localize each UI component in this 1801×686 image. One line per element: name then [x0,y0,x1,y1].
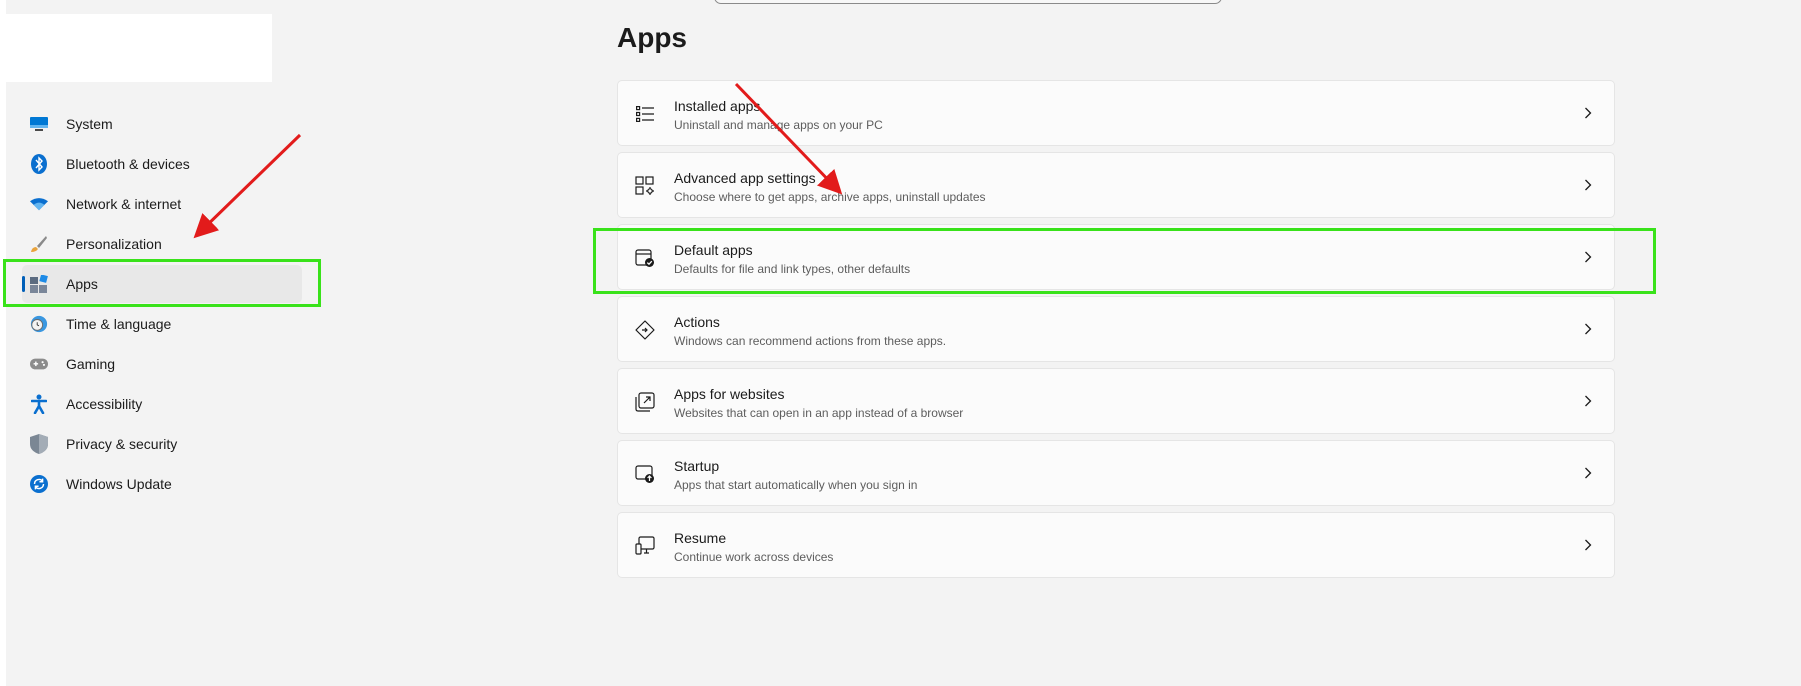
bluetooth-icon [30,154,48,174]
sidebar-item-label: System [66,116,113,132]
resume-icon [634,535,656,557]
sidebar-item-apps[interactable]: Apps [22,265,302,303]
sidebar-item-label: Privacy & security [66,436,178,452]
actions-icon [634,319,656,341]
card-startup[interactable]: Startup Apps that start automatically wh… [617,440,1615,506]
sidebar-item-label: Windows Update [66,476,172,492]
card-default-apps[interactable]: Default apps Defaults for file and link … [617,224,1615,290]
sidebar-item-privacy[interactable]: Privacy & security [22,425,302,463]
chevron-right-icon [1580,321,1596,337]
sidebar-item-label: Accessibility [66,396,143,412]
apps-icon [30,275,48,293]
app-settings-icon [634,175,656,197]
card-title: Startup [674,458,720,474]
card-title: Apps for websites [674,386,785,402]
startup-icon [634,463,656,485]
card-title: Installed apps [674,98,761,114]
sidebar-item-accessibility[interactable]: Accessibility [22,385,302,423]
wifi-icon [30,195,48,213]
card-installed-apps[interactable]: Installed apps Uninstall and manage apps… [617,80,1615,146]
chevron-right-icon [1580,465,1596,481]
settings-card-list: Installed apps Uninstall and manage apps… [617,80,1615,584]
update-icon [30,475,48,493]
card-subtitle: Websites that can open in an app instead… [674,406,964,420]
card-apps-for-websites[interactable]: Apps for websites Websites that can open… [617,368,1615,434]
sidebar-nav: System Bluetooth & devices Network & int… [22,105,302,505]
chevron-right-icon [1580,177,1596,193]
monitor-icon [30,115,48,133]
sidebar-item-label: Apps [66,276,98,292]
card-title: Default apps [674,242,753,258]
card-title: Advanced app settings [674,170,816,186]
card-advanced-app-settings[interactable]: Advanced app settings Choose where to ge… [617,152,1615,218]
sidebar-item-gaming[interactable]: Gaming [22,345,302,383]
card-resume[interactable]: Resume Continue work across devices [617,512,1615,578]
card-title: Resume [674,530,727,546]
page-title: Apps [617,22,687,53]
brush-icon [30,235,48,253]
sidebar-item-system[interactable]: System [22,105,302,143]
card-subtitle: Choose where to get apps, archive apps, … [674,190,986,204]
sidebar-item-time-language[interactable]: Time & language [22,305,302,343]
sidebar-item-windows-update[interactable]: Windows Update [22,465,302,503]
clock-globe-icon [30,315,48,333]
selection-indicator [22,276,25,292]
profile-area [6,14,272,82]
card-subtitle: Uninstall and manage apps on your PC [674,118,883,132]
search-box[interactable] [714,0,1222,4]
sidebar-item-label: Bluetooth & devices [66,156,190,172]
card-subtitle: Defaults for file and link types, other … [674,262,911,276]
shield-icon [30,434,48,454]
list-icon [634,103,656,125]
card-subtitle: Continue work across devices [674,550,834,564]
gamepad-icon [30,355,48,373]
sidebar-item-label: Network & internet [66,196,182,212]
sidebar-item-label: Personalization [66,236,162,252]
card-actions[interactable]: Actions Windows can recommend actions fr… [617,296,1615,362]
chevron-right-icon [1580,537,1596,553]
card-title: Actions [674,314,720,330]
sidebar-item-label: Time & language [66,316,172,332]
open-in-app-icon [634,391,656,413]
chevron-right-icon [1580,105,1596,121]
default-apps-icon [634,247,656,269]
card-subtitle: Apps that start automatically when you s… [674,478,918,492]
sidebar-item-bluetooth[interactable]: Bluetooth & devices [22,145,302,183]
chevron-right-icon [1580,249,1596,265]
chevron-right-icon [1580,393,1596,409]
card-subtitle: Windows can recommend actions from these… [674,334,947,348]
sidebar-item-network[interactable]: Network & internet [22,185,302,223]
sidebar-item-personalization[interactable]: Personalization [22,225,302,263]
accessibility-icon [30,394,48,414]
sidebar-item-label: Gaming [66,356,116,372]
